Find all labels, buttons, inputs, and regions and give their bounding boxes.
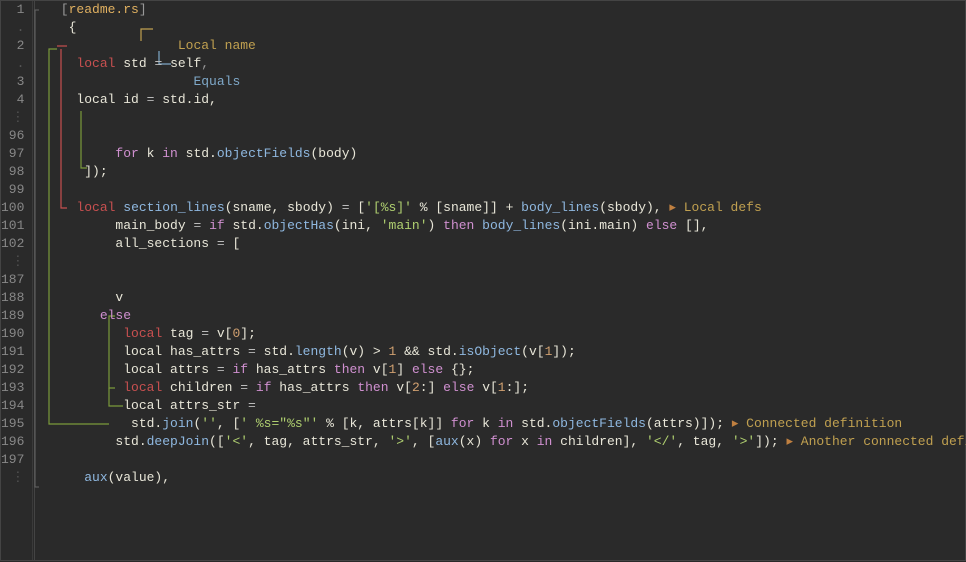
- code-line: [37, 109, 966, 127]
- fold-gap: [37, 127, 966, 145]
- another-connected-annotation: Another connected definition: [801, 434, 966, 449]
- code-line: local section_lines(sname, sbody) = ['[%…: [37, 199, 966, 217]
- code-line: std.deepJoin(['<', tag, attrs_str, '>', …: [37, 433, 966, 451]
- code-line: local attrs_str =: [37, 397, 966, 415]
- line-number: 188: [1, 289, 24, 307]
- line-number: 1: [1, 1, 24, 19]
- fold-marker[interactable]: ⋮: [1, 469, 24, 487]
- code-line: local std = self,: [37, 55, 966, 73]
- code-line: local id = std.id,: [37, 91, 966, 109]
- fold-marker[interactable]: .: [1, 19, 24, 37]
- equals-annotation: Equals: [193, 74, 240, 89]
- code-line: else: [37, 307, 966, 325]
- line-number: 98: [1, 163, 24, 181]
- line-number: 3: [1, 73, 24, 91]
- line-number: 97: [1, 145, 24, 163]
- line-number: 197: [1, 451, 24, 469]
- code-line: all_sections = [: [37, 235, 966, 253]
- line-number: 190: [1, 325, 24, 343]
- line-number: 99: [1, 181, 24, 199]
- line-number: 102: [1, 235, 24, 253]
- code-line: {: [37, 19, 966, 37]
- code-line: [37, 451, 966, 469]
- code-line: [37, 253, 966, 271]
- line-number: 187: [1, 271, 24, 289]
- code-line: local children = if has_attrs then v[2:]…: [37, 379, 966, 397]
- code-line: [37, 181, 966, 199]
- code-line: local has_attrs = std.length(v) > 1 && s…: [37, 343, 966, 361]
- fold-marker[interactable]: ⋮: [1, 253, 24, 271]
- code-line: aux(value),: [37, 469, 966, 487]
- code-line: main_body = if std.objectHas(ini, 'main'…: [37, 217, 966, 235]
- code-line: local attrs = if has_attrs then v[1] els…: [37, 361, 966, 379]
- line-number: 100: [1, 199, 24, 217]
- line-number: 193: [1, 379, 24, 397]
- connected-def-annotation: Connected definition: [746, 416, 902, 431]
- code-line: std.join('', [' %s="%s"' % [k, attrs[k]]…: [37, 415, 966, 433]
- line-number: 4: [1, 91, 24, 109]
- line-number: 196: [1, 433, 24, 451]
- code-content[interactable]: [readme.rs] { Local name local std = sel…: [33, 1, 966, 560]
- line-number: 195: [1, 415, 24, 433]
- code-line: [readme.rs]: [37, 1, 966, 19]
- code-line: local tag = v[0];: [37, 325, 966, 343]
- code-line: v: [37, 289, 966, 307]
- line-number: 192: [1, 361, 24, 379]
- line-number: 96: [1, 127, 24, 145]
- code-line: ]);: [37, 163, 966, 181]
- line-number: 189: [1, 307, 24, 325]
- local-name-annotation: Local name: [178, 38, 256, 53]
- line-number: 194: [1, 397, 24, 415]
- local-defs-annotation: Local defs: [684, 200, 762, 215]
- triangle-icon: ▸: [669, 200, 676, 215]
- triangle-icon: ▸: [786, 434, 793, 449]
- code-line: for k in std.objectFields(body): [37, 145, 966, 163]
- filename-tab: readme.rs: [69, 2, 139, 17]
- line-number-gutter: 1 . 2 . 3 4 ⋮ 96 97 98 99 100 101 102 ⋮ …: [1, 1, 33, 560]
- fold-marker[interactable]: .: [1, 55, 24, 73]
- line-number: 101: [1, 217, 24, 235]
- line-number: 2: [1, 37, 24, 55]
- annotation-line: Equals: [37, 73, 966, 91]
- fold-gap: [37, 271, 966, 289]
- line-number: 191: [1, 343, 24, 361]
- code-editor: 1 . 2 . 3 4 ⋮ 96 97 98 99 100 101 102 ⋮ …: [0, 0, 966, 561]
- annotation-line: Local name: [37, 37, 966, 55]
- fold-marker[interactable]: ⋮: [1, 109, 24, 127]
- triangle-icon: ▸: [732, 416, 739, 431]
